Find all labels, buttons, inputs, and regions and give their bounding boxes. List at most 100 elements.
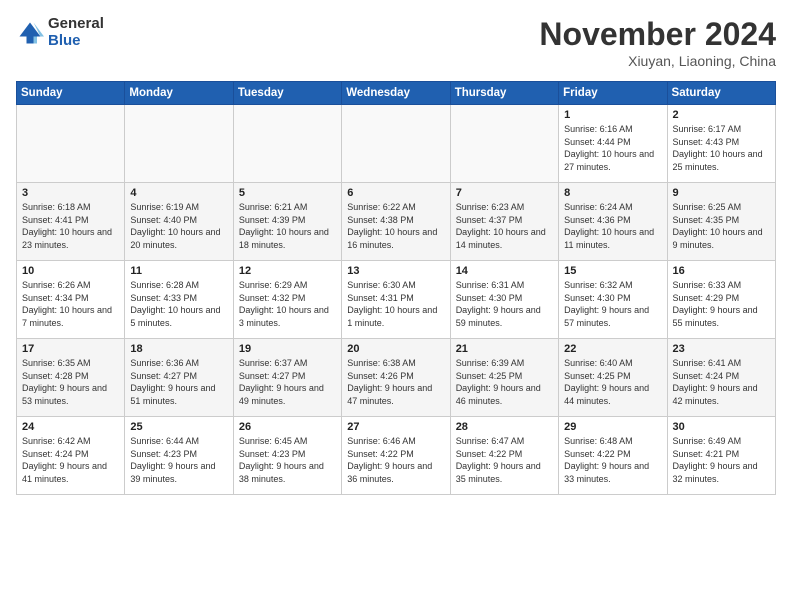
page-header: General Blue November 2024 Xiuyan, Liaon… (16, 16, 776, 69)
day-detail: Sunrise: 6:39 AM Sunset: 4:25 PM Dayligh… (456, 357, 553, 407)
day-detail: Sunrise: 6:28 AM Sunset: 4:33 PM Dayligh… (130, 279, 227, 329)
calendar-week-row: 17 Sunrise: 6:35 AM Sunset: 4:28 PM Dayli… (17, 339, 776, 417)
day-detail: Sunrise: 6:40 AM Sunset: 4:25 PM Dayligh… (564, 357, 661, 407)
calendar-cell: 17 Sunrise: 6:35 AM Sunset: 4:28 PM Dayli… (17, 339, 125, 417)
calendar-cell: 2 Sunrise: 6:17 AM Sunset: 4:43 PM Daylig… (667, 105, 775, 183)
day-detail: Sunrise: 6:31 AM Sunset: 4:30 PM Dayligh… (456, 279, 553, 329)
logo-text: General Blue (48, 16, 104, 49)
day-detail: Sunrise: 6:36 AM Sunset: 4:27 PM Dayligh… (130, 357, 227, 407)
day-detail: Sunrise: 6:22 AM Sunset: 4:38 PM Dayligh… (347, 201, 444, 251)
calendar-cell: 16Sunrise: 6:33 AM Sunset: 4:29 PM Dayli… (667, 261, 775, 339)
day-detail: Sunrise: 6:41 AM Sunset: 4:24 PM Dayligh… (673, 357, 770, 407)
day-number: 8 (564, 187, 661, 199)
day-number: 27 (347, 421, 444, 433)
day-number: 20 (347, 343, 444, 355)
calendar-cell: 27 Sunrise: 6:46 AM Sunset: 4:22 PM Dayli… (342, 417, 450, 495)
weekday-header-monday: Monday (125, 82, 233, 105)
calendar-cell: 12 Sunrise: 6:29 AM Sunset: 4:32 PM Dayli… (233, 261, 341, 339)
day-number: 13 (347, 265, 444, 277)
day-number: 9 (673, 187, 770, 199)
day-detail: Sunrise: 6:30 AM Sunset: 4:31 PM Dayligh… (347, 279, 444, 329)
day-number: 28 (456, 421, 553, 433)
day-number: 4 (130, 187, 227, 199)
day-detail: Sunrise: 6:49 AM Sunset: 4:21 PM Dayligh… (673, 435, 770, 485)
day-detail: Sunrise: 6:16 AM Sunset: 4:44 PM Dayligh… (564, 123, 661, 173)
day-number: 14 (456, 265, 553, 277)
logo: General Blue (16, 16, 104, 49)
calendar-table: SundayMondayTuesdayWednesdayThursdayFrid… (16, 81, 776, 495)
day-detail: Sunrise: 6:17 AM Sunset: 4:43 PM Dayligh… (673, 123, 770, 173)
weekday-header-sunday: Sunday (17, 82, 125, 105)
day-number: 17 (22, 343, 119, 355)
calendar-cell (233, 105, 341, 183)
day-number: 12 (239, 265, 336, 277)
calendar-cell: 8 Sunrise: 6:24 AM Sunset: 4:36 PM Daylig… (559, 183, 667, 261)
calendar-cell: 28 Sunrise: 6:47 AM Sunset: 4:22 PM Dayli… (450, 417, 558, 495)
day-number: 3 (22, 187, 119, 199)
calendar-cell (450, 105, 558, 183)
calendar-week-row: 10Sunrise: 6:26 AM Sunset: 4:34 PM Dayli… (17, 261, 776, 339)
month-title: November 2024 (539, 16, 776, 53)
day-number: 1 (564, 109, 661, 121)
calendar-week-row: 24 Sunrise: 6:42 AM Sunset: 4:24 PM Dayli… (17, 417, 776, 495)
calendar-cell: 9 Sunrise: 6:25 AM Sunset: 4:35 PM Daylig… (667, 183, 775, 261)
day-detail: Sunrise: 6:23 AM Sunset: 4:37 PM Dayligh… (456, 201, 553, 251)
day-detail: Sunrise: 6:47 AM Sunset: 4:22 PM Dayligh… (456, 435, 553, 485)
calendar-cell: 10Sunrise: 6:26 AM Sunset: 4:34 PM Dayli… (17, 261, 125, 339)
weekday-header-wednesday: Wednesday (342, 82, 450, 105)
day-detail: Sunrise: 6:45 AM Sunset: 4:23 PM Dayligh… (239, 435, 336, 485)
calendar-cell (17, 105, 125, 183)
day-number: 6 (347, 187, 444, 199)
calendar-cell: 18Sunrise: 6:36 AM Sunset: 4:27 PM Dayli… (125, 339, 233, 417)
calendar-cell: 20 Sunrise: 6:38 AM Sunset: 4:26 PM Dayli… (342, 339, 450, 417)
calendar-cell: 24 Sunrise: 6:42 AM Sunset: 4:24 PM Dayli… (17, 417, 125, 495)
day-detail: Sunrise: 6:38 AM Sunset: 4:26 PM Dayligh… (347, 357, 444, 407)
day-detail: Sunrise: 6:35 AM Sunset: 4:28 PM Dayligh… (22, 357, 119, 407)
calendar-cell: 23 Sunrise: 6:41 AM Sunset: 4:24 PM Dayli… (667, 339, 775, 417)
day-detail: Sunrise: 6:44 AM Sunset: 4:23 PM Dayligh… (130, 435, 227, 485)
calendar-cell (125, 105, 233, 183)
calendar-cell (342, 105, 450, 183)
weekday-header-thursday: Thursday (450, 82, 558, 105)
day-number: 24 (22, 421, 119, 433)
calendar-cell: 5Sunrise: 6:21 AM Sunset: 4:39 PM Daylig… (233, 183, 341, 261)
day-number: 21 (456, 343, 553, 355)
day-detail: Sunrise: 6:32 AM Sunset: 4:30 PM Dayligh… (564, 279, 661, 329)
day-detail: Sunrise: 6:48 AM Sunset: 4:22 PM Dayligh… (564, 435, 661, 485)
calendar-week-row: 1 Sunrise: 6:16 AM Sunset: 4:44 PM Daylig… (17, 105, 776, 183)
calendar-cell: 7 Sunrise: 6:23 AM Sunset: 4:37 PM Daylig… (450, 183, 558, 261)
day-detail: Sunrise: 6:18 AM Sunset: 4:41 PM Dayligh… (22, 201, 119, 251)
calendar-cell: 26Sunrise: 6:45 AM Sunset: 4:23 PM Dayli… (233, 417, 341, 495)
logo-icon (16, 19, 44, 47)
day-number: 30 (673, 421, 770, 433)
day-number: 15 (564, 265, 661, 277)
day-number: 2 (673, 109, 770, 121)
calendar-cell: 25 Sunrise: 6:44 AM Sunset: 4:23 PM Dayli… (125, 417, 233, 495)
day-number: 25 (130, 421, 227, 433)
day-number: 23 (673, 343, 770, 355)
calendar-cell: 22 Sunrise: 6:40 AM Sunset: 4:25 PM Dayli… (559, 339, 667, 417)
day-detail: Sunrise: 6:29 AM Sunset: 4:32 PM Dayligh… (239, 279, 336, 329)
calendar-cell: 1 Sunrise: 6:16 AM Sunset: 4:44 PM Daylig… (559, 105, 667, 183)
calendar-cell: 4Sunrise: 6:19 AM Sunset: 4:40 PM Daylig… (125, 183, 233, 261)
day-detail: Sunrise: 6:24 AM Sunset: 4:36 PM Dayligh… (564, 201, 661, 251)
day-number: 19 (239, 343, 336, 355)
calendar-cell: 14 Sunrise: 6:31 AM Sunset: 4:30 PM Dayli… (450, 261, 558, 339)
calendar-cell: 19Sunrise: 6:37 AM Sunset: 4:27 PM Dayli… (233, 339, 341, 417)
day-detail: Sunrise: 6:25 AM Sunset: 4:35 PM Dayligh… (673, 201, 770, 251)
calendar-cell: 13 Sunrise: 6:30 AM Sunset: 4:31 PM Dayli… (342, 261, 450, 339)
weekday-header-tuesday: Tuesday (233, 82, 341, 105)
day-detail: Sunrise: 6:46 AM Sunset: 4:22 PM Dayligh… (347, 435, 444, 485)
calendar-cell: 6 Sunrise: 6:22 AM Sunset: 4:38 PM Daylig… (342, 183, 450, 261)
day-number: 22 (564, 343, 661, 355)
day-number: 29 (564, 421, 661, 433)
day-number: 5 (239, 187, 336, 199)
day-detail: Sunrise: 6:42 AM Sunset: 4:24 PM Dayligh… (22, 435, 119, 485)
weekday-header-saturday: Saturday (667, 82, 775, 105)
day-number: 7 (456, 187, 553, 199)
calendar-cell: 11Sunrise: 6:28 AM Sunset: 4:33 PM Dayli… (125, 261, 233, 339)
calendar-cell: 15 Sunrise: 6:32 AM Sunset: 4:30 PM Dayli… (559, 261, 667, 339)
day-detail: Sunrise: 6:33 AM Sunset: 4:29 PM Dayligh… (673, 279, 770, 329)
calendar-cell: 29 Sunrise: 6:48 AM Sunset: 4:22 PM Dayli… (559, 417, 667, 495)
location-subtitle: Xiuyan, Liaoning, China (539, 53, 776, 69)
